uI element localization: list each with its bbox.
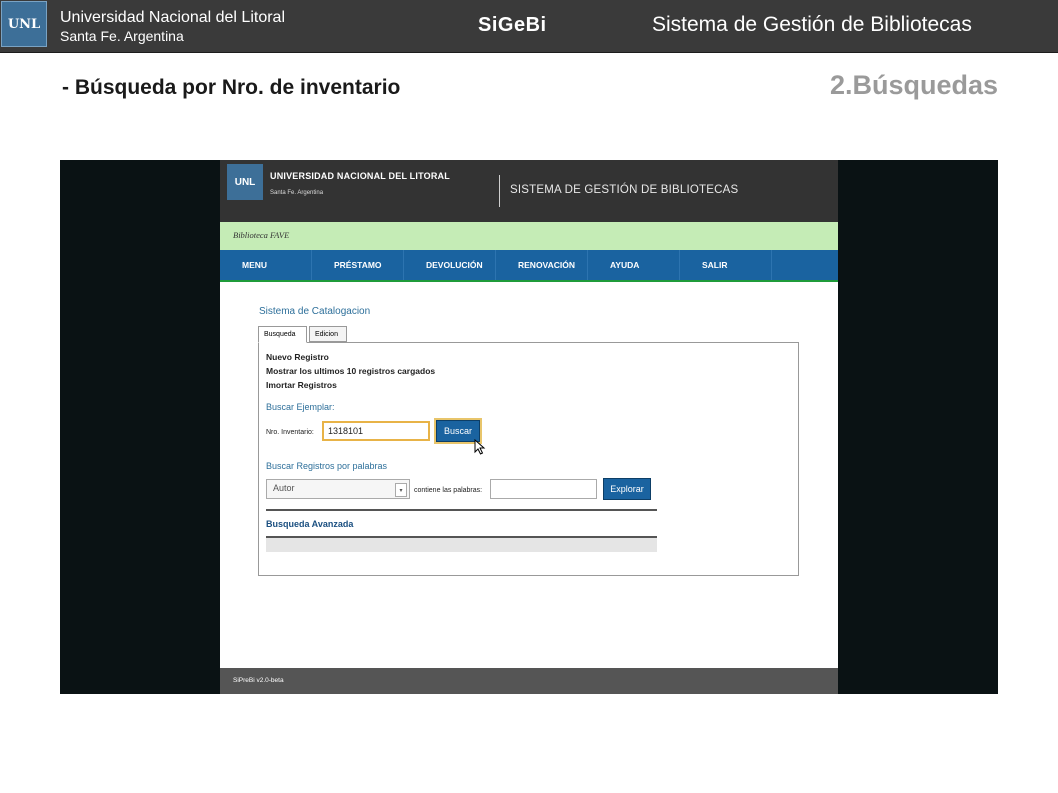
- menu-item-prestamo[interactable]: PRÉSTAMO: [312, 250, 404, 280]
- inventario-input[interactable]: 1318101: [322, 421, 430, 441]
- field-select[interactable]: Autor ▾: [266, 479, 410, 499]
- menu-item-devolucion[interactable]: DEVOLUCIÓN: [404, 250, 496, 280]
- site-system-title: SISTEMA DE GESTIÓN DE BIBLIOTECAS: [510, 184, 739, 196]
- tab-edicion[interactable]: Edicion: [309, 326, 347, 342]
- section-divider: [266, 509, 657, 511]
- advanced-search-link[interactable]: Busqueda Avanzada: [266, 519, 353, 529]
- library-name: Biblioteca FAVE: [233, 230, 290, 240]
- library-bar: Biblioteca FAVE: [220, 222, 838, 250]
- site-university-city: Santa Fe. Argentina: [270, 190, 324, 196]
- advanced-search-bar: [266, 536, 657, 552]
- catalog-title: Sistema de Catalogacion: [259, 306, 371, 317]
- menu-item-empty: [772, 250, 838, 280]
- slide-subtitle: - Búsqueda por Nro. de inventario: [62, 76, 401, 99]
- site-footer: SiPreBi v2.0-beta: [220, 668, 838, 694]
- explorar-button[interactable]: Explorar: [603, 478, 651, 500]
- inventario-label: Nro. Inventario:: [266, 429, 314, 436]
- app-screenshot: UNL UNIVERSIDAD NACIONAL DEL LITORAL San…: [60, 160, 998, 694]
- menu-item-salir[interactable]: SALIR: [680, 250, 772, 280]
- link-importar-registros[interactable]: Imortar Registros: [266, 380, 337, 390]
- header-divider: [499, 175, 500, 207]
- university-city: Santa Fe. Argentina: [60, 28, 184, 44]
- section-title: 2.Búsquedas: [829, 70, 998, 100]
- web-page: UNL UNIVERSIDAD NACIONAL DEL LITORAL San…: [220, 160, 838, 694]
- dropdown-arrow-icon: ▾: [395, 483, 407, 497]
- field-select-value: Autor: [273, 483, 295, 493]
- menu-item-renovacion[interactable]: RENOVACIÓN: [496, 250, 588, 280]
- contiene-label: contiene las palabras:: [414, 487, 483, 494]
- site-header: UNL UNIVERSIDAD NACIONAL DEL LITORAL San…: [220, 160, 838, 222]
- site-logo: UNL: [227, 164, 263, 200]
- system-title: Sistema de Gestión de Bibliotecas: [652, 13, 972, 36]
- mouse-cursor-icon: [474, 439, 486, 455]
- link-ultimos-registros[interactable]: Mostrar los ultimos 10 registros cargado…: [266, 366, 435, 376]
- unl-logo: UNL: [1, 1, 47, 47]
- university-name: Universidad Nacional del Litoral: [60, 9, 286, 26]
- menu-item-ayuda[interactable]: AYUDA: [588, 250, 680, 280]
- menu-item-menu[interactable]: MENU: [220, 250, 312, 280]
- footer-version: SiPreBi v2.0-beta: [233, 677, 284, 684]
- brand-name: SiGeBi: [478, 14, 547, 36]
- words-input[interactable]: [490, 479, 597, 499]
- search-panel: Nuevo Registro Mostrar los ultimos 10 re…: [258, 342, 799, 576]
- site-university-name: UNIVERSIDAD NACIONAL DEL LITORAL: [270, 171, 450, 181]
- link-nuevo-registro[interactable]: Nuevo Registro: [266, 352, 329, 362]
- buscar-registros-label: Buscar Registros por palabras: [266, 461, 388, 471]
- buscar-ejemplar-label: Buscar Ejemplar:: [266, 402, 335, 412]
- main-menu: MENU PRÉSTAMO DEVOLUCIÓN RENOVACIÓN AYUD…: [220, 250, 838, 282]
- tab-busqueda[interactable]: Busqueda: [258, 326, 307, 343]
- slide-header: UNL Universidad Nacional del Litoral San…: [0, 0, 1058, 53]
